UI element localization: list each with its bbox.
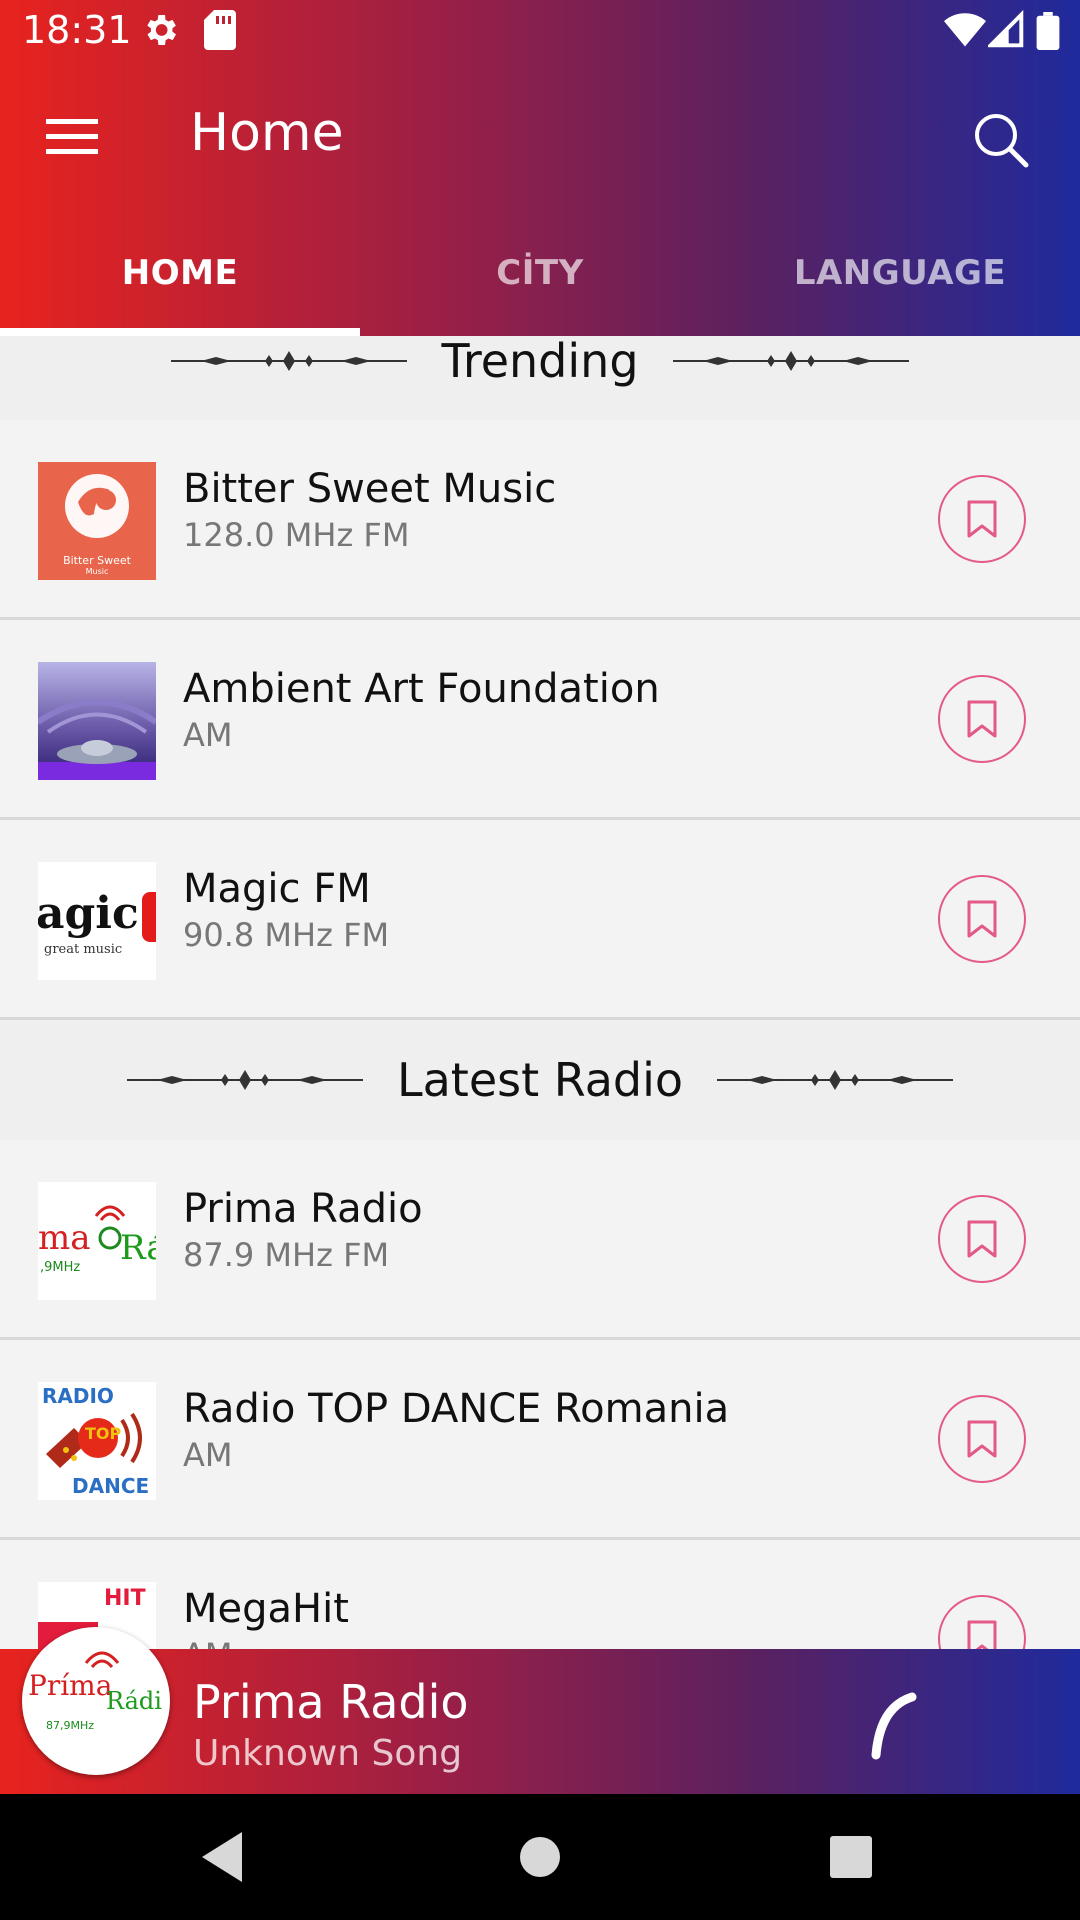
station-row[interactable]: RADIO TOP DANCE Radio TOP DANCE Romania … (0, 1340, 1080, 1540)
status-time: 18:31 (22, 8, 132, 52)
station-logo: ma ,9MHz Rá (38, 1182, 156, 1300)
logo-subtext: great music (44, 942, 123, 957)
station-name: Bitter Sweet Music (183, 466, 557, 512)
search-icon (975, 114, 1029, 168)
station-logo: agic F great music (38, 862, 156, 980)
tab-city[interactable]: CİTY (360, 210, 720, 336)
bookmark-icon (967, 500, 997, 538)
system-nav-bar (0, 1794, 1080, 1920)
app-header: 18:31 Home HOME CİTY LANGUAGE (0, 0, 1080, 336)
ornament-right-icon (672, 351, 909, 371)
battery-icon (1036, 12, 1060, 50)
ornament-left-icon (171, 351, 408, 371)
player-station-name: Prima Radio (193, 1675, 469, 1729)
station-frequency: AM (183, 716, 233, 754)
logo-text: Bitter Sweet (63, 554, 131, 567)
search-button[interactable] (960, 101, 1046, 181)
hamburger-menu-icon (46, 119, 98, 154)
station-row[interactable]: HIT MegaHit AM (0, 1540, 1080, 1649)
player-art-subtext: 87,9MHz (46, 1719, 95, 1732)
station-row[interactable]: ma ,9MHz Rá Prima Radio 87.9 MHz FM (0, 1140, 1080, 1340)
loading-spinner-icon[interactable] (860, 1677, 950, 1767)
section-header-latest: Latest Radio (0, 1020, 1080, 1140)
station-row[interactable]: Bitter Sweet Music Bitter Sweet Music 12… (0, 420, 1080, 620)
station-list[interactable]: Trending Bitter Sweet Music Bitter Sweet… (0, 336, 1080, 1649)
ornament-left-icon (126, 1070, 363, 1090)
status-bar: 18:31 (0, 0, 1080, 63)
nav-recents-icon[interactable] (818, 1824, 884, 1890)
station-name: Radio TOP DANCE Romania (183, 1386, 730, 1432)
bookmark-button[interactable] (938, 1395, 1026, 1483)
logo-text: ma (38, 1218, 91, 1258)
station-logo: RADIO TOP DANCE (38, 1382, 156, 1500)
bookmark-icon (967, 1420, 997, 1458)
logo-subtext: ,9MHz (40, 1260, 81, 1275)
station-row[interactable]: Ambient Art Foundation AM (0, 620, 1080, 820)
mini-player[interactable]: Príma 87,9MHz Rádi Prima Radio Unknown S… (0, 1627, 1080, 1794)
sd-card-icon (204, 10, 236, 50)
station-frequency: AM (183, 1636, 233, 1649)
station-name: Magic FM (183, 866, 371, 912)
cell-signal-icon (988, 10, 1024, 48)
station-row[interactable]: agic F great music Magic FM 90.8 MHz FM (0, 820, 1080, 1020)
station-frequency: AM (183, 1436, 233, 1474)
logo-text: HIT (104, 1586, 146, 1611)
logo-subtext: Music (85, 567, 109, 576)
bookmark-button[interactable] (938, 1595, 1026, 1649)
player-song-title: Unknown Song (193, 1733, 463, 1774)
section-title-latest: Latest Radio (396, 1053, 684, 1107)
logo-top-text: RADIO (42, 1384, 114, 1408)
section-header-trending: Trending (0, 336, 1080, 421)
player-artwork: Príma 87,9MHz Rádi (22, 1627, 170, 1775)
bookmark-icon (967, 700, 997, 738)
tab-home[interactable]: HOME (0, 210, 360, 336)
tab-bar: HOME CİTY LANGUAGE (0, 210, 1080, 336)
settings-gear-icon (147, 15, 176, 45)
nav-back-icon[interactable] (190, 1824, 256, 1890)
station-logo (38, 662, 156, 780)
menu-button[interactable] (30, 101, 116, 173)
nav-home-icon[interactable] (507, 1824, 573, 1890)
tab-indicator (0, 328, 360, 336)
bookmark-icon (967, 1620, 997, 1649)
tab-language[interactable]: LANGUAGE (720, 210, 1080, 336)
station-frequency: 128.0 MHz FM (183, 516, 410, 554)
station-name: MegaHit (183, 1586, 349, 1632)
logo-mid-text: TOP (85, 1424, 122, 1443)
ornament-right-icon (717, 1070, 954, 1090)
player-art-waves-icon (84, 1651, 120, 1669)
bookmark-button[interactable] (938, 1195, 1026, 1283)
bookmark-button[interactable] (938, 875, 1026, 963)
section-title-trending: Trending (441, 336, 639, 388)
page-title: Home (190, 103, 344, 163)
station-logo: Bitter Sweet Music (38, 462, 156, 580)
bookmark-button[interactable] (938, 475, 1026, 563)
logo-accent (142, 892, 156, 942)
station-frequency: 87.9 MHz FM (183, 1236, 390, 1274)
logo-bottom-text: DANCE (72, 1474, 150, 1498)
station-name: Prima Radio (183, 1186, 423, 1232)
toolbar: Home (0, 63, 1080, 210)
bookmark-icon (967, 900, 997, 938)
wifi-icon (944, 13, 986, 47)
logo-text: agic F (38, 888, 156, 939)
player-art-right-text: Rádi (106, 1687, 162, 1715)
ambient-art-logo-icon (38, 662, 156, 780)
bookmark-button[interactable] (938, 675, 1026, 763)
station-frequency: 90.8 MHz FM (183, 916, 390, 954)
bookmark-icon (967, 1220, 997, 1258)
station-name: Ambient Art Foundation (183, 666, 660, 712)
prima-mic-icon (94, 1205, 126, 1250)
